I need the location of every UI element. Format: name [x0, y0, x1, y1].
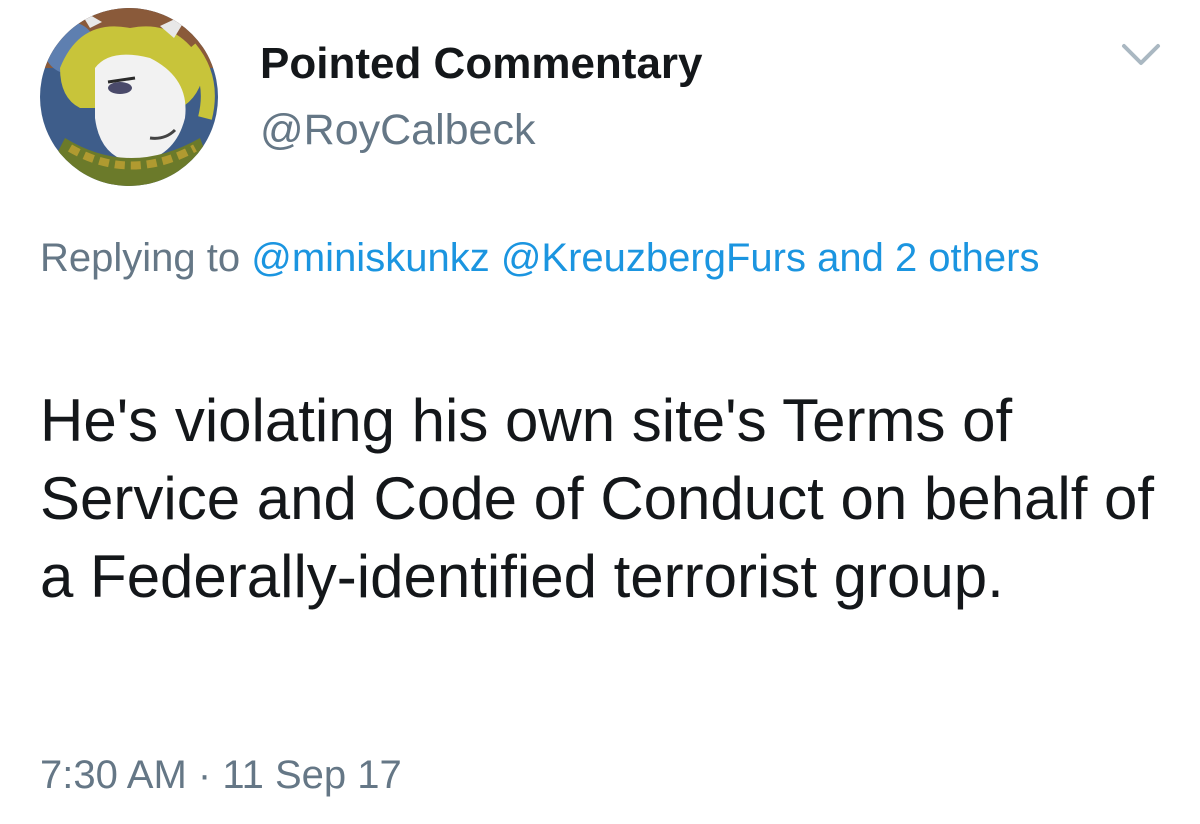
timestamp-separator: · [197, 753, 212, 797]
more-options-button[interactable] [1121, 42, 1161, 68]
tweet-date: 11 Sep 17 [222, 753, 402, 797]
mention-link[interactable]: @KreuzbergFurs [501, 236, 806, 280]
others-link[interactable]: and 2 others [817, 236, 1039, 280]
chevron-down-icon [1122, 44, 1160, 65]
avatar[interactable] [40, 8, 218, 186]
tweet-timestamp[interactable]: 7:30 AM · 11 Sep 17 [40, 747, 402, 803]
reply-prefix: Replying to [40, 236, 241, 280]
tweet-time: 7:30 AM [40, 753, 187, 797]
author-handle[interactable]: @RoyCalbeck [260, 104, 535, 156]
reply-context: Replying to @miniskunkz @KreuzbergFurs a… [40, 226, 1140, 290]
tweet-text: He's violating his own site's Terms of S… [40, 387, 1155, 610]
author-display-name[interactable]: Pointed Commentary [260, 38, 703, 90]
mention-link[interactable]: @miniskunkz [251, 236, 489, 280]
avatar-image [40, 8, 218, 186]
